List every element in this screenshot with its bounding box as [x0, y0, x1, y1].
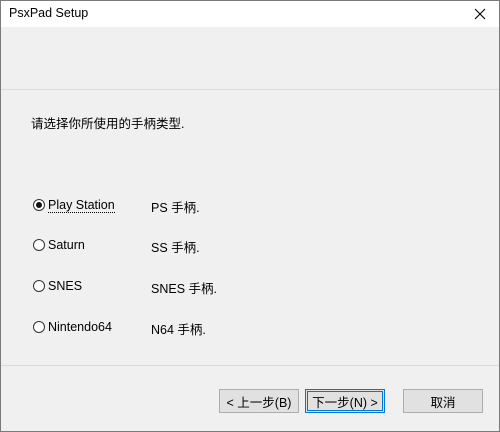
radio-playstation[interactable]: [33, 199, 45, 211]
radio-snes[interactable]: [33, 280, 45, 292]
content-panel: 请选择你所使用的手柄类型. Play Station PS 手柄. Saturn…: [1, 90, 499, 365]
option-playstation[interactable]: Play Station: [33, 196, 115, 214]
button-bar: < 上一步(B) 下一步(N) > 取消: [1, 366, 499, 431]
option-snes[interactable]: SNES: [33, 277, 82, 295]
option-label[interactable]: SNES: [48, 279, 82, 293]
option-description: N64 手柄.: [151, 323, 206, 337]
header-band: [1, 27, 499, 90]
back-button-label: < 上一步(B): [226, 395, 292, 410]
option-label[interactable]: Nintendo64: [48, 320, 112, 334]
setup-dialog: PsxPad Setup 请选择你所使用的手柄类型. Play Station …: [0, 0, 500, 432]
option-label[interactable]: Play Station: [48, 198, 115, 213]
back-button[interactable]: < 上一步(B): [219, 389, 299, 413]
option-description: PS 手柄.: [151, 201, 200, 215]
title-bar: PsxPad Setup: [1, 1, 499, 27]
cancel-button-label: 取消: [430, 395, 456, 410]
next-button-label: 下一步(N) >: [312, 395, 378, 410]
cancel-button[interactable]: 取消: [403, 389, 483, 413]
option-nintendo64[interactable]: Nintendo64: [33, 318, 112, 336]
option-saturn[interactable]: Saturn: [33, 236, 85, 254]
window-title: PsxPad Setup: [9, 6, 89, 20]
option-description: SS 手柄.: [151, 241, 200, 255]
radio-nintendo64[interactable]: [33, 321, 45, 333]
option-label[interactable]: Saturn: [48, 238, 85, 252]
close-icon: [474, 8, 486, 20]
next-button[interactable]: 下一步(N) >: [305, 389, 385, 413]
option-description: SNES 手柄.: [151, 282, 217, 296]
close-button[interactable]: [461, 1, 499, 27]
instruction-text: 请选择你所使用的手柄类型.: [31, 117, 185, 131]
radio-saturn[interactable]: [33, 239, 45, 251]
